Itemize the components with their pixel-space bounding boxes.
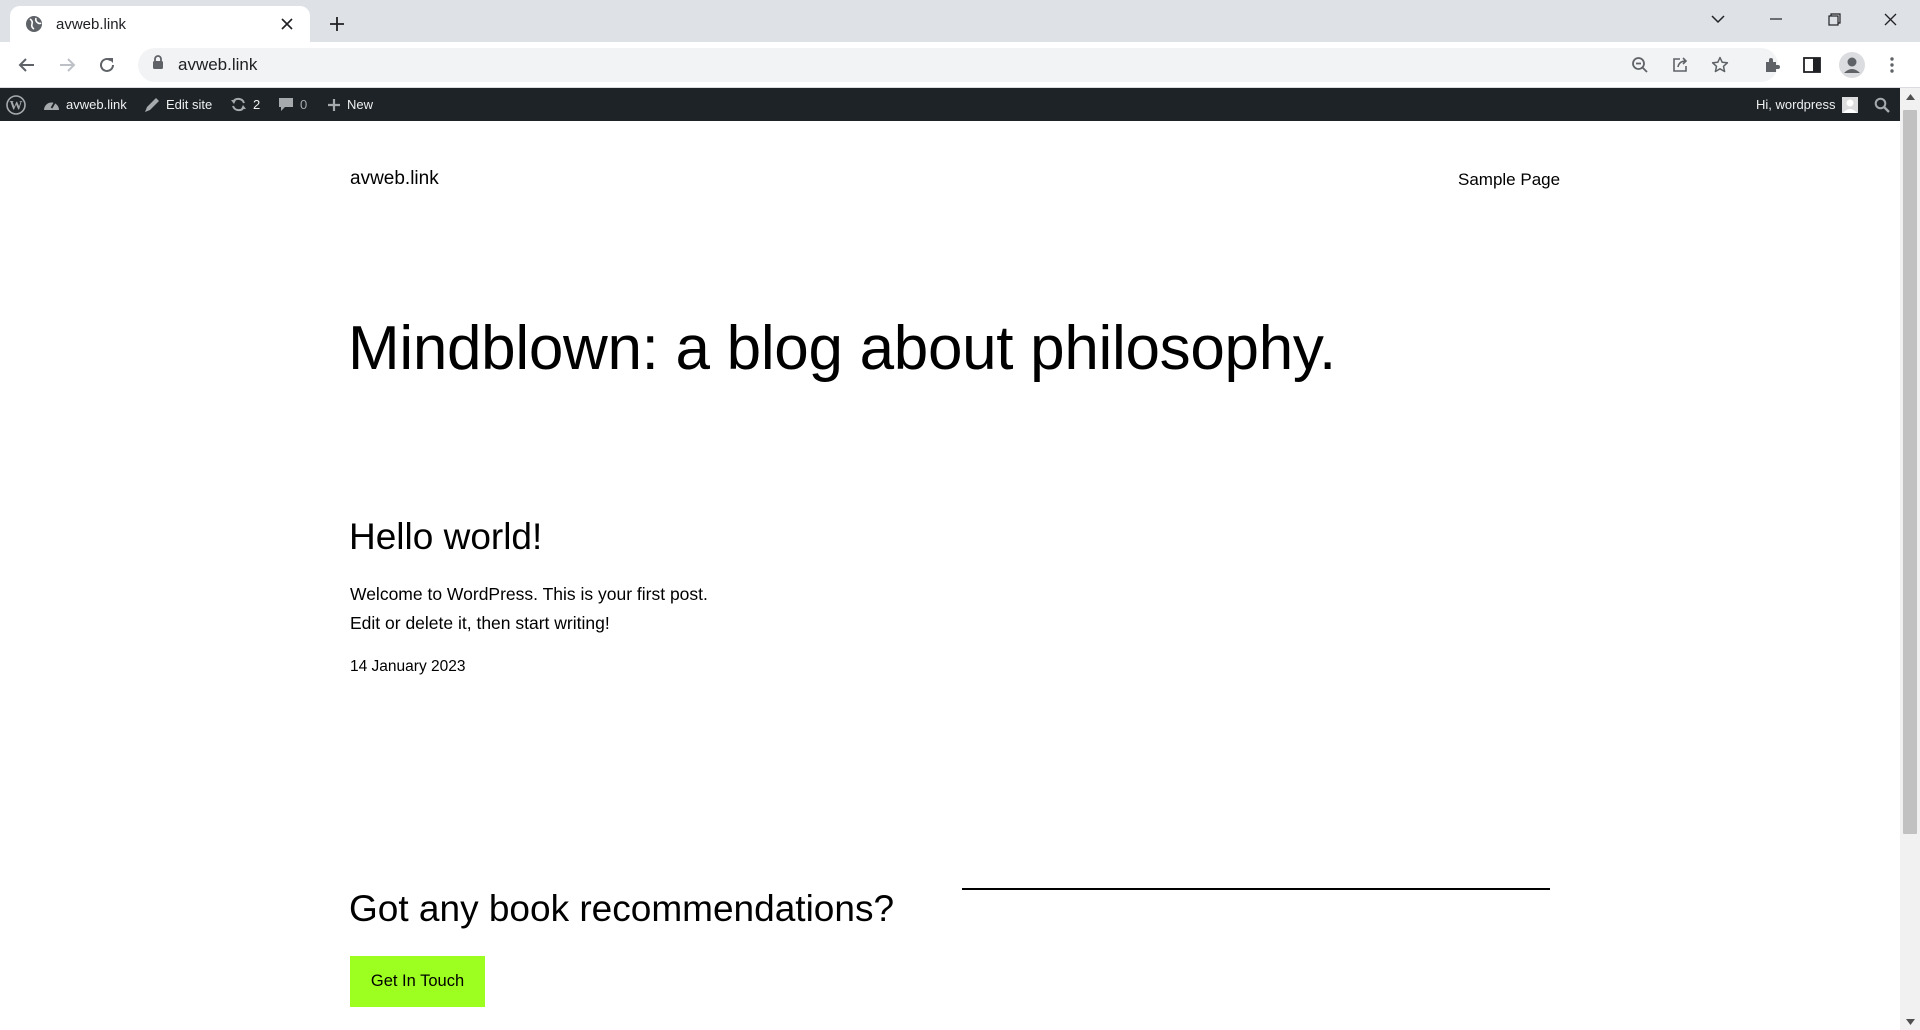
adminbar-new[interactable]: New [327, 88, 373, 121]
svg-text:W: W [10, 97, 23, 112]
scroll-thumb[interactable] [1903, 110, 1917, 834]
wp-admin-bar: W avweb.link Edit site 2 0 New Hi, wordp… [0, 88, 1900, 121]
post-date[interactable]: 14 January 2023 [350, 658, 465, 676]
post-excerpt: Welcome to WordPress. This is your first… [350, 580, 708, 638]
adminbar-updates[interactable]: 2 [230, 88, 260, 121]
separator-line [962, 888, 1550, 890]
side-panel-icon[interactable] [1796, 49, 1828, 81]
menu-icon[interactable] [1876, 49, 1908, 81]
comment-icon [279, 98, 293, 111]
back-icon[interactable] [11, 49, 43, 81]
adminbar-site-label: avweb.link [66, 97, 127, 112]
restore-icon[interactable] [1806, 0, 1862, 38]
globe-icon [24, 14, 44, 34]
cta-heading: Got any book recommendations? [349, 888, 895, 929]
dashboard-icon [44, 101, 59, 110]
forward-icon[interactable] [51, 49, 83, 81]
close-tab-icon[interactable] [276, 13, 298, 35]
tab-search-icon[interactable] [1690, 0, 1746, 38]
adminbar-edit-site-label: Edit site [166, 97, 213, 112]
adminbar-site-name[interactable]: avweb.link [43, 88, 127, 121]
scroll-up-arrow-icon[interactable] [1900, 88, 1920, 105]
browser-tab[interactable]: avweb.link [10, 6, 310, 42]
reload-icon[interactable] [91, 49, 123, 81]
scroll-down-arrow-icon[interactable] [1900, 1013, 1920, 1030]
url-text[interactable]: avweb.link [178, 55, 257, 75]
tab-title: avweb.link [56, 15, 127, 33]
adminbar-new-label: New [347, 97, 374, 112]
profile-icon[interactable] [1836, 49, 1868, 81]
tab-strip: avweb.link [0, 0, 1920, 42]
page-hero-heading: Mindblown: a blog about philosophy. [348, 314, 1336, 383]
star-icon[interactable] [1704, 49, 1736, 81]
lock-icon[interactable] [152, 55, 164, 75]
site-title-link[interactable]: avweb.link [350, 168, 439, 190]
nav-sample-page[interactable]: Sample Page [1458, 170, 1560, 190]
adminbar-edit-site[interactable]: Edit site [143, 88, 212, 121]
get-in-touch-button[interactable]: Get In Touch [350, 956, 485, 1007]
avatar [1842, 96, 1859, 113]
extensions-icon[interactable] [1756, 49, 1788, 81]
adminbar-account[interactable]: Hi, wordpress [1756, 88, 1859, 121]
zoom-out-icon[interactable] [1624, 49, 1656, 81]
brush-icon [145, 97, 159, 112]
adminbar-updates-count: 2 [253, 97, 261, 112]
browser-toolbar: avweb.link [0, 42, 1920, 88]
adminbar-comments-count: 0 [300, 97, 308, 112]
adminbar-comments[interactable]: 0 [278, 88, 307, 121]
wordpress-logo-icon[interactable]: W [6, 88, 26, 121]
post-excerpt-line: Edit or delete it, then start writing! [350, 613, 610, 633]
post-excerpt-line: Welcome to WordPress. This is your first… [350, 584, 708, 604]
new-tab-icon[interactable] [322, 9, 352, 39]
minimize-icon[interactable] [1748, 0, 1804, 38]
share-icon[interactable] [1664, 49, 1696, 81]
adminbar-search-icon[interactable] [1874, 88, 1890, 121]
close-window-icon[interactable] [1862, 0, 1918, 38]
updates-icon [231, 97, 246, 112]
address-bar[interactable]: avweb.link [138, 48, 1778, 82]
post-title-link[interactable]: Hello world! [349, 516, 542, 558]
adminbar-greeting: Hi, wordpress [1756, 97, 1836, 112]
page-scrollbar[interactable] [1900, 88, 1920, 1030]
plus-icon [328, 98, 340, 111]
